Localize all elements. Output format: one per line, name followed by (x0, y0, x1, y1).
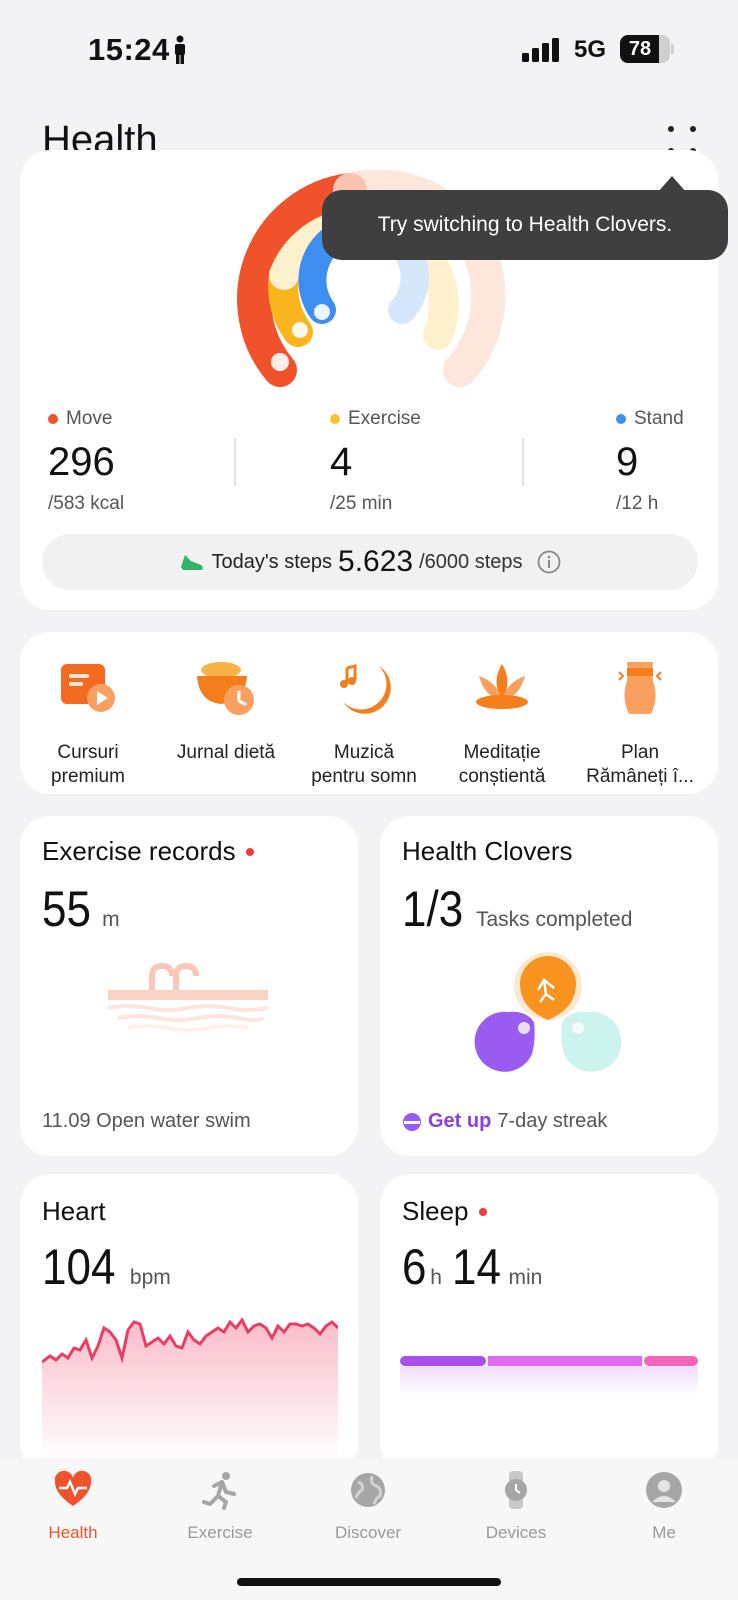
user-icon (646, 1472, 682, 1508)
move-stat[interactable]: Move 296 /583 kcal (48, 408, 124, 515)
health-clovers-value: 1/3 (402, 881, 464, 937)
globe-icon (351, 1473, 385, 1507)
exercise-goal: /25 min (330, 493, 393, 514)
exercise-records-value: 55 (42, 881, 91, 937)
service-label: Muzică pentru somn (311, 742, 417, 787)
move-value: 296 (48, 440, 115, 484)
exercise-records-footer: 11.09 Open water swim (42, 1110, 251, 1132)
stand-goal: /12 h (616, 493, 659, 514)
service-video-course[interactable]: Cursuri premium (18, 654, 158, 789)
stand-value: 9 (616, 440, 639, 484)
home-indicator[interactable] (237, 1578, 501, 1586)
divider (234, 438, 236, 486)
stand-label: Stand (634, 408, 684, 429)
health-clovers-title: Health Clovers (402, 836, 573, 866)
sleep-minutes-unit: min (508, 1266, 543, 1289)
heart-pulse-icon (54, 1470, 92, 1506)
exercise-dot (330, 414, 340, 424)
sleep-minutes: 14 (452, 1239, 502, 1295)
streak-label: Get up (428, 1110, 492, 1132)
sleep-value-row: 6 h 14 min (402, 1238, 542, 1296)
battery-icon: 78 (620, 35, 674, 63)
tooltip[interactable]: Try switching to Health Clovers. (322, 190, 728, 260)
tab-me[interactable]: Me (604, 1470, 724, 1543)
service-label: Plan Rămâneți î... (586, 742, 694, 787)
network-label: 5G (574, 36, 607, 63)
health-clovers-sub: Tasks completed (475, 908, 633, 931)
notification-dot (245, 847, 254, 856)
heart-value-row: 104 bpm (42, 1238, 171, 1296)
service-label: Meditație conștientă (458, 742, 546, 787)
clover-icon (474, 952, 622, 1072)
sleep-stage-bar (400, 1356, 698, 1396)
service-sleep-music[interactable]: Muzică pentru somn (294, 654, 434, 789)
service-diet[interactable]: Jurnal dietă (156, 654, 296, 765)
tab-label: Me (652, 1523, 676, 1542)
watch-icon (505, 1471, 527, 1509)
exercise-records-unit: m (102, 908, 120, 931)
tab-exercise[interactable]: Exercise (160, 1470, 280, 1543)
exercise-stat[interactable]: Exercise 4 /25 min (330, 408, 421, 515)
moon-icon (403, 1112, 421, 1131)
heart-value: 104 (42, 1239, 116, 1295)
tooltip-text: Try switching to Health Clovers. (377, 213, 673, 236)
exercise-records-title: Exercise records (42, 836, 254, 867)
diet-bowl-icon (197, 662, 254, 715)
exercise-label: Exercise (348, 408, 421, 429)
swim-pool-icon (108, 962, 268, 1032)
move-dot (48, 414, 58, 424)
sleep-hours-unit: h (430, 1266, 442, 1289)
heart-title: Heart (42, 1196, 106, 1226)
service-meditation[interactable]: Meditație conștientă (432, 654, 572, 789)
tab-label: Exercise (187, 1523, 253, 1542)
service-body-plan[interactable]: Plan Rămâneți î... (570, 654, 710, 789)
heart-unit: bpm (129, 1266, 171, 1289)
lotus-icon (476, 664, 528, 709)
sleep-hours: 6 (402, 1239, 427, 1295)
person-icon (175, 35, 185, 64)
steps-pill[interactable]: Today's steps 5.623 /6000 steps (42, 534, 698, 590)
sleep-music-icon (340, 664, 391, 714)
clovers-streak: Get up 7-day streak (402, 1110, 607, 1133)
move-goal: /583 kcal (48, 493, 125, 514)
video-course-icon (61, 664, 115, 712)
shoe-icon (181, 555, 204, 570)
divider (522, 438, 524, 486)
tab-health[interactable]: Health (13, 1470, 133, 1543)
stand-stat[interactable]: Stand 9 /12 h (616, 408, 684, 515)
move-label: Move (66, 408, 113, 429)
heart-rate-graph (42, 1317, 338, 1460)
running-icon (202, 1472, 236, 1510)
exercise-records-title-text: Exercise records (42, 836, 236, 866)
service-label: Jurnal dietă (176, 742, 276, 763)
steps-value: 5.623 (338, 545, 414, 578)
battery-level: 78 (628, 38, 652, 60)
tab-devices[interactable]: Devices (456, 1470, 576, 1543)
sleep-title-text: Sleep (402, 1196, 469, 1226)
streak-text: 7-day streak (497, 1110, 608, 1132)
stand-dot (616, 414, 626, 424)
status-time: 15:24 (88, 32, 170, 67)
sleep-title: Sleep (402, 1196, 487, 1227)
health-clovers-value-row: 1/3 Tasks completed (402, 880, 632, 938)
service-label: Cursuri premium (51, 742, 125, 787)
info-icon[interactable] (537, 550, 561, 574)
tab-label: Health (48, 1523, 98, 1542)
body-plan-icon (618, 662, 662, 714)
steps-label: Today's steps (211, 550, 333, 573)
steps-goal: /6000 steps (419, 550, 523, 573)
exercise-records-value-row: 55 m (42, 880, 120, 938)
tab-label: Discover (334, 1523, 402, 1542)
exercise-value: 4 (330, 440, 353, 484)
signal-icon (522, 38, 559, 62)
notification-dot (478, 1207, 487, 1216)
tab-discover[interactable]: Discover (308, 1470, 428, 1543)
tab-label: Devices (485, 1523, 547, 1542)
